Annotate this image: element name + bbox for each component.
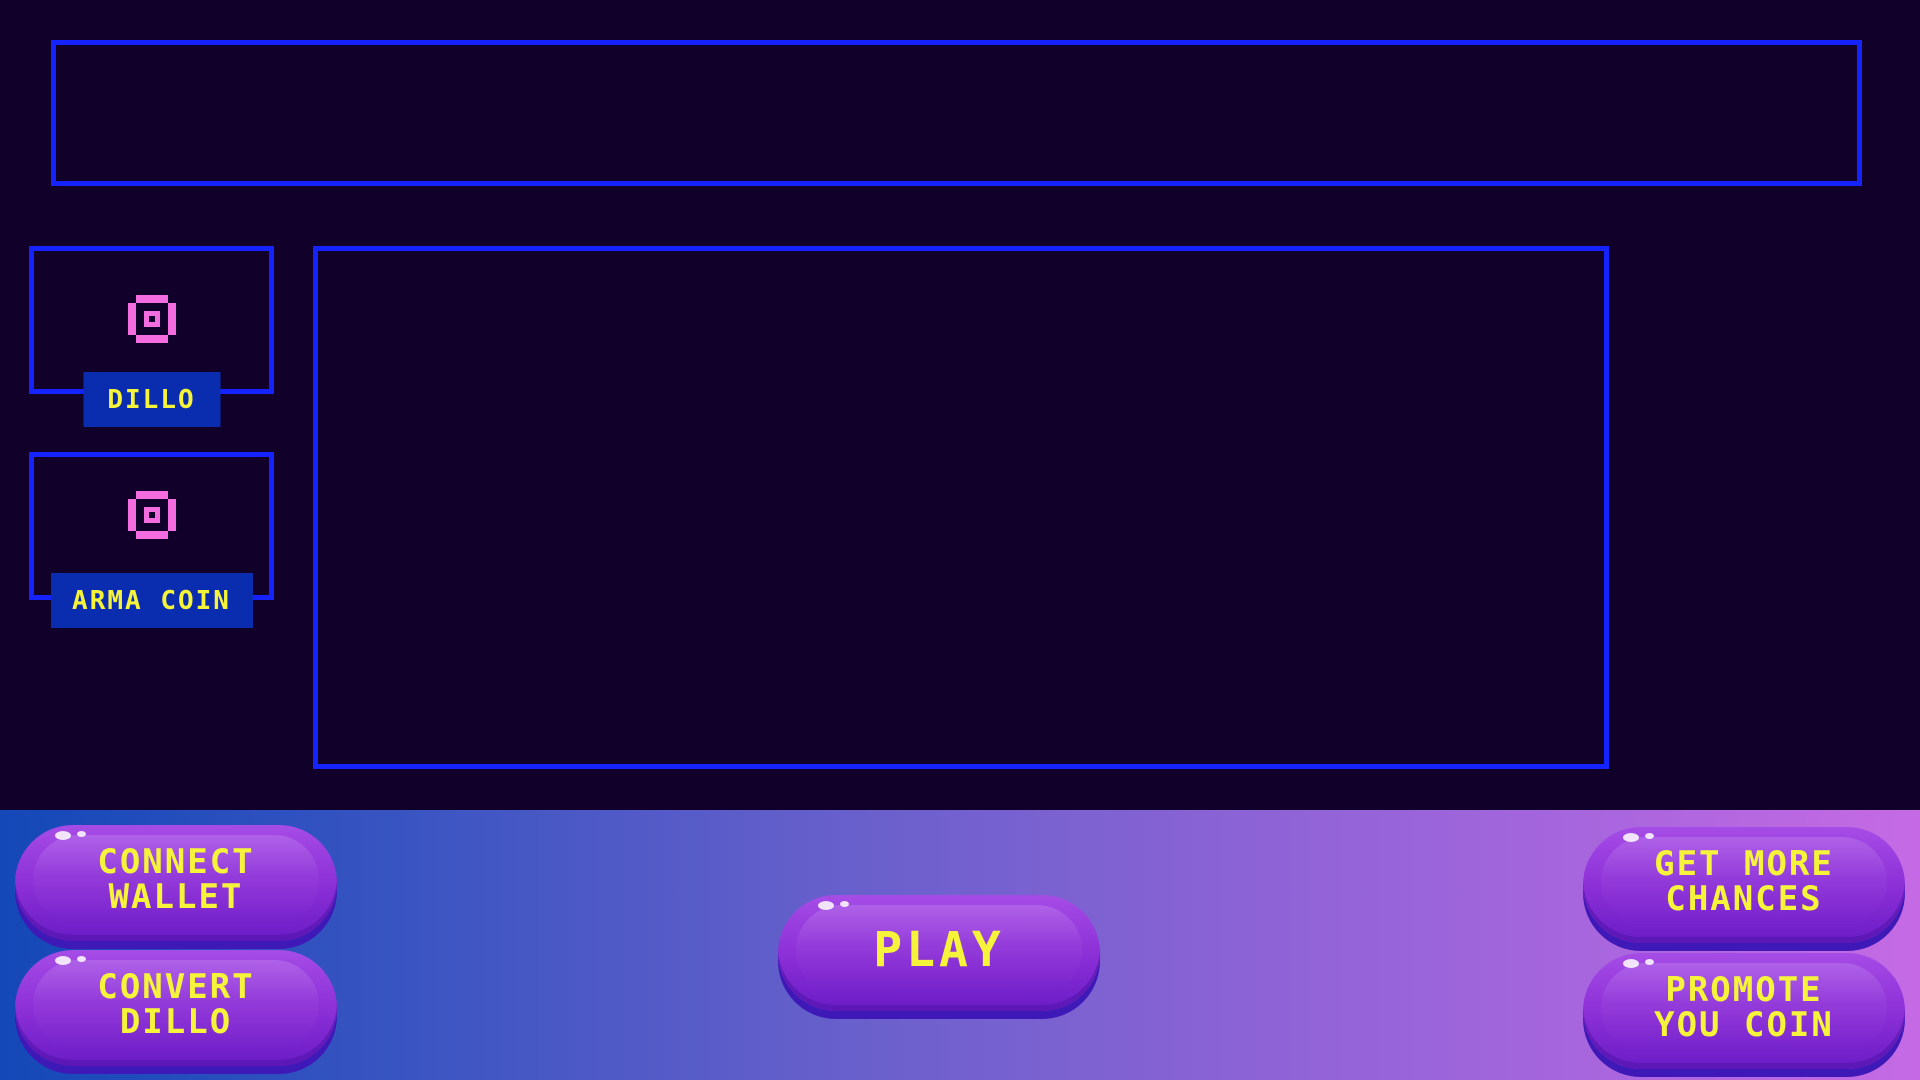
- get-more-chances-button[interactable]: GET MORE CHANCES: [1583, 827, 1905, 943]
- game-screen-panel: [313, 246, 1609, 769]
- get-more-chances-label: GET MORE CHANCES: [1654, 844, 1834, 919]
- coin-card-dillo[interactable]: DILLO: [29, 246, 274, 427]
- play-label: PLAY: [873, 921, 1005, 978]
- pixel-coin-icon: [127, 295, 176, 343]
- pixel-coin-icon: [127, 491, 176, 539]
- coin-label-dillo: DILLO: [83, 372, 220, 427]
- connect-wallet-label: CONNECT WALLET: [97, 842, 255, 917]
- coin-label-arma-coin: ARMA COIN: [50, 573, 253, 628]
- coin-card-arma-coin[interactable]: ARMA COIN: [29, 452, 274, 628]
- convert-dillo-button[interactable]: CONVERT DILLO: [15, 950, 337, 1066]
- promote-coin-button[interactable]: PROMOTE YOU COIN: [1583, 953, 1905, 1069]
- top-banner-panel: [51, 40, 1862, 186]
- connect-wallet-button[interactable]: CONNECT WALLET: [15, 825, 337, 941]
- play-button[interactable]: PLAY: [778, 895, 1100, 1011]
- promote-coin-label: PROMOTE YOU COIN: [1654, 970, 1834, 1045]
- convert-dillo-label: CONVERT DILLO: [97, 967, 255, 1042]
